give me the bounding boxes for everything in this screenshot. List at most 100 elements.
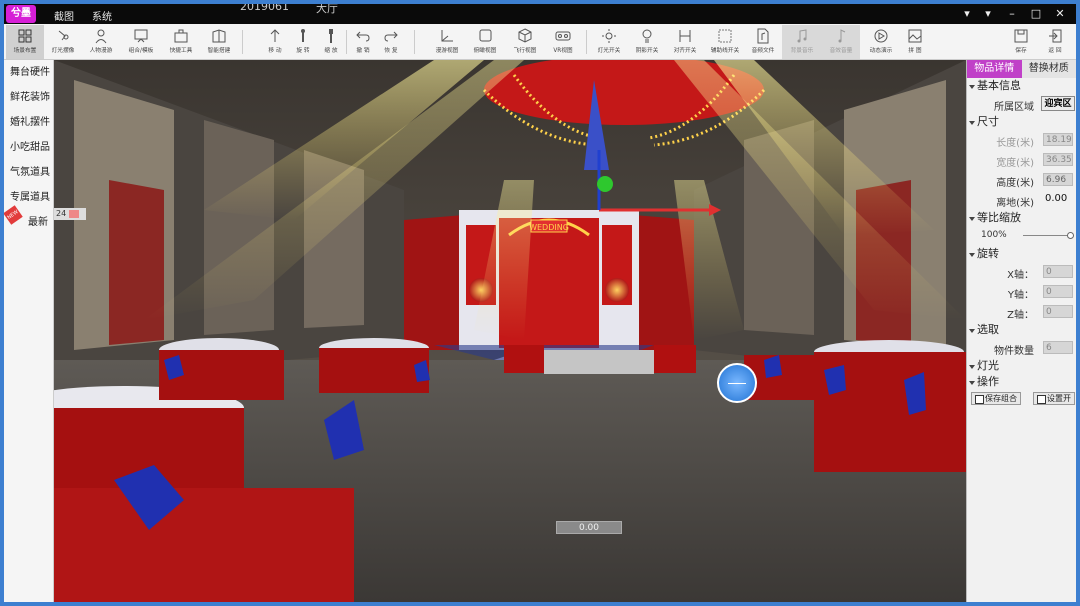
maximize-icon[interactable]: □: [1028, 6, 1044, 22]
ops-row: 保存组合 设置开: [967, 390, 1076, 410]
coordinate-readout: 0.00: [556, 521, 622, 534]
smart-build-button[interactable]: 智能搭建: [200, 25, 238, 59]
align-toggle-button[interactable]: 对齐开关: [666, 25, 704, 59]
tool-label: 返 回: [1048, 47, 1062, 54]
category-atmosphere[interactable]: 气氛道具: [4, 160, 53, 185]
bulb-icon: [642, 29, 652, 43]
section-operations[interactable]: 操作: [967, 374, 1076, 390]
build-icon: [212, 29, 226, 43]
counter-marker: [69, 209, 80, 218]
fly-view-button[interactable]: 飞行视图: [506, 25, 544, 59]
audio-file-icon: [757, 28, 769, 44]
tool-label: 俯瞰视图: [473, 47, 497, 54]
tool-label: 对齐开关: [673, 47, 697, 54]
scene-viewport[interactable]: WEDDING 24 0.00: [54, 60, 966, 602]
section-proportional-scale[interactable]: 等比缩放: [967, 210, 1076, 226]
count-field[interactable]: 6: [1043, 341, 1073, 354]
shadow-toggle-button[interactable]: 阴影开关: [628, 25, 666, 59]
picture-icon: [908, 29, 922, 43]
tool-label: 快捷工具: [169, 47, 193, 54]
main-toolbar: 场景布置 灯光摆像 人物漫游 组合/模板 快捷工具 智能搭建 移 动 旋 转 缩…: [4, 24, 1076, 60]
roam-view-button[interactable]: 漫游视图: [428, 25, 466, 59]
group-template-button[interactable]: 组合/模板: [122, 25, 160, 59]
category-wedding-items[interactable]: 婚礼摆件: [4, 110, 53, 135]
region-label: 所属区域: [994, 102, 1034, 113]
tool-label: 阴影开关: [635, 47, 659, 54]
scene-layout-button[interactable]: 场景布置: [6, 25, 44, 59]
tool-label: 辅助线开关: [710, 47, 740, 54]
category-snacks[interactable]: 小吃甜品: [4, 135, 53, 160]
properties-panel: 物品详情 替换材质 基本信息 所属区域 迎宾区 尺寸 长度(米) 18.19 宽…: [966, 60, 1076, 602]
menu-screenshot[interactable]: 截图: [54, 8, 74, 23]
z-axis-label: Z轴：: [1007, 310, 1034, 321]
region-select[interactable]: 迎宾区: [1041, 96, 1075, 111]
rotate-y-field[interactable]: 0: [1043, 285, 1073, 298]
redo-button[interactable]: 恢 复: [372, 25, 410, 59]
section-rotate[interactable]: 旋转: [967, 246, 1076, 262]
dropdown-alt-icon[interactable]: ▾: [980, 6, 996, 22]
title-bar: 兮墨 截图 系统 2019061 大厅 ▾ ▾ – □ ✕: [4, 4, 1076, 24]
tool-label: 灯光开关: [597, 47, 621, 54]
move-icon: [270, 29, 280, 42]
music-note-icon: [838, 29, 846, 43]
square-icon: [479, 29, 492, 42]
vr-view-button[interactable]: VR视图: [544, 25, 582, 59]
length-field[interactable]: 18.19: [1043, 133, 1073, 146]
minimize-icon[interactable]: –: [1004, 6, 1020, 22]
guide-toggle-button[interactable]: 辅助线开关: [706, 25, 744, 59]
tab-item-details[interactable]: 物品详情: [967, 60, 1022, 78]
height-field[interactable]: 6.96: [1043, 173, 1073, 186]
category-stage-hardware[interactable]: 舞台硬件: [4, 60, 53, 85]
align-icon: [679, 30, 691, 42]
section-size[interactable]: 尺寸: [967, 114, 1076, 130]
scale-slider[interactable]: [1023, 232, 1074, 239]
app-logo[interactable]: 兮墨: [6, 5, 36, 23]
section-select[interactable]: 选取: [967, 322, 1076, 338]
person-icon: [95, 29, 107, 44]
stage-sign: WEDDING: [529, 223, 569, 232]
rotate-x-row: X轴： 0: [967, 262, 1076, 282]
demo-button[interactable]: 动态演示: [862, 25, 900, 59]
save-group-button[interactable]: 保存组合: [971, 392, 1021, 405]
slider-handle[interactable]: [1067, 232, 1074, 239]
dropdown-icon[interactable]: ▾: [959, 6, 975, 22]
top-view-button[interactable]: 俯瞰视图: [466, 25, 504, 59]
grid-icon: [18, 29, 32, 43]
section-light[interactable]: 灯光: [967, 358, 1076, 374]
light-toggle-button[interactable]: 灯光开关: [590, 25, 628, 59]
save-button[interactable]: 保存: [1002, 25, 1040, 59]
category-flower-decor[interactable]: 鲜花装饰: [4, 85, 53, 110]
guide-icon: [718, 29, 732, 43]
audio-file-button[interactable]: 音频文件: [744, 25, 782, 59]
width-field[interactable]: 36.35: [1043, 153, 1073, 166]
rotate-z-field[interactable]: 0: [1043, 305, 1073, 318]
x-axis-label: X轴：: [1007, 270, 1034, 281]
close-icon[interactable]: ✕: [1052, 6, 1068, 22]
person-roam-button[interactable]: 人物漫游: [82, 25, 120, 59]
cube-icon: [518, 28, 532, 43]
bg-music-button[interactable]: 背景音乐: [782, 25, 822, 59]
sound-volume-button[interactable]: 音效音量: [822, 25, 860, 59]
tab-replace-material[interactable]: 替换材质: [1021, 60, 1076, 78]
tool-label: 音频文件: [751, 47, 775, 54]
scale-icon: [329, 29, 333, 43]
navigation-joystick[interactable]: [717, 363, 757, 403]
puzzle-image-button[interactable]: 拼 图: [896, 25, 934, 59]
rotate-x-field[interactable]: 0: [1043, 265, 1073, 278]
file-title-suffix: 大厅: [316, 4, 338, 15]
exit-button[interactable]: 返 回: [1036, 25, 1074, 59]
file-title: 2019061: [240, 4, 289, 13]
redo-icon: [384, 31, 398, 42]
tool-label: 智能搭建: [207, 47, 231, 54]
tool-label: 漫游视图: [435, 47, 459, 54]
offset-field[interactable]: 0.00: [1043, 193, 1073, 206]
object-counter: 24: [54, 208, 86, 220]
light-set-button[interactable]: 灯光摆像: [44, 25, 82, 59]
menu-system[interactable]: 系统: [92, 8, 112, 23]
settings-button[interactable]: 设置开: [1033, 392, 1075, 405]
quick-tools-button[interactable]: 快捷工具: [162, 25, 200, 59]
tool-label: 背景音乐: [790, 47, 814, 54]
toolbar-divider: [586, 30, 587, 54]
section-basic-info[interactable]: 基本信息: [967, 78, 1076, 94]
toolbar-divider: [414, 30, 415, 54]
